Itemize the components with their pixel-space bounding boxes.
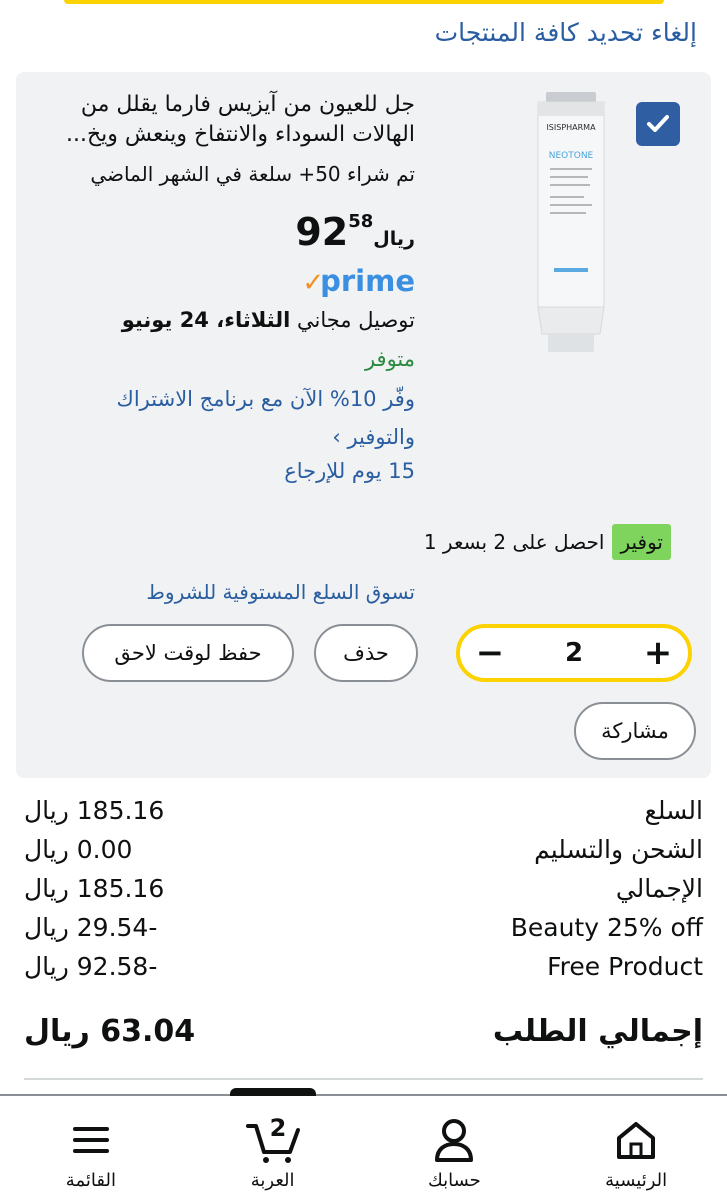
product-price: ريال 9258: [56, 210, 415, 254]
delivery-prefix: توصيل مجاني: [290, 308, 415, 332]
price-fraction: 58: [348, 211, 374, 232]
price-whole: 92: [295, 210, 349, 254]
deal-badge: توفير: [612, 524, 671, 560]
summary-row: Free Product -92.58 ريال: [24, 952, 703, 988]
summary-value: 0.00 ريال: [24, 835, 133, 864]
item-select-checkbox[interactable]: [636, 102, 680, 146]
summary-value: -29.54 ريال: [24, 913, 158, 942]
summary-label: الإجمالي: [615, 874, 703, 903]
summary-row: الإجمالي 185.16 ريال: [24, 874, 703, 910]
brand-text: ISISPHARMA: [546, 123, 596, 132]
cart-item-card: ISISPHARMA NEOTONE جل للعيون من آيزيس فا…: [16, 72, 711, 778]
order-total-label: إجمالي الطلب: [492, 1014, 703, 1049]
qualifying-items-link[interactable]: تسوق السلع المستوفية للشروط: [56, 580, 415, 604]
summary-row: Beauty 25% off -29.54 ريال: [24, 913, 703, 949]
quantity-stepper: − 2 +: [456, 624, 692, 682]
returns-link[interactable]: 15 يوم للإرجاع: [56, 459, 415, 483]
stock-status: متوفر: [364, 347, 415, 371]
nav-account[interactable]: حسابك: [364, 1096, 546, 1202]
nav-account-label: حسابك: [427, 1170, 481, 1191]
bottom-navigation: القائمة 2 العربة حسابك الرئيسية: [0, 1088, 727, 1202]
decrease-quantity-button[interactable]: −: [472, 633, 508, 673]
summary-label: الشحن والتسليم: [534, 835, 703, 864]
summary-value: -92.58 ريال: [24, 952, 158, 981]
summary-label: السلع: [644, 796, 703, 825]
order-total-row: إجمالي الطلب 63.04 ريال: [24, 1014, 703, 1050]
order-total-value: 63.04 ريال: [24, 1014, 196, 1049]
quantity-value: 2: [564, 638, 584, 668]
top-accent-bar: [64, 0, 664, 4]
deselect-all-link[interactable]: إلغاء تحديد كافة المنتجات: [435, 18, 697, 47]
save-for-later-button[interactable]: حفظ لوقت لاحق: [82, 624, 294, 682]
deal-text: احصل على 2 بسعر 1: [423, 530, 605, 554]
prime-label: prime: [320, 264, 415, 298]
share-button[interactable]: مشاركة: [574, 702, 696, 760]
summary-row: الشحن والتسليم 0.00 ريال: [24, 835, 703, 871]
active-tab-indicator: [229, 1088, 316, 1096]
product-image[interactable]: ISISPHARMA NEOTONE: [528, 84, 614, 358]
divider: [24, 1078, 703, 1080]
hamburger-menu-icon: [72, 1127, 109, 1153]
deal-row: توفير احصل على 2 بسعر 1: [56, 524, 671, 560]
nav-menu-label: القائمة: [65, 1170, 116, 1191]
nav-cart-label: العربة: [250, 1170, 295, 1191]
prime-badge: ✓prime: [56, 264, 415, 298]
bought-note: تم شراء 50+ سلعة في الشهر الماضي: [90, 162, 415, 186]
nav-home-label: الرئيسية: [605, 1170, 668, 1191]
nav-menu[interactable]: القائمة: [0, 1096, 182, 1202]
line-text: NEOTONE: [549, 151, 594, 161]
nav-cart[interactable]: 2 العربة: [182, 1088, 364, 1202]
home-icon: [617, 1122, 656, 1159]
summary-label: Free Product: [547, 952, 703, 981]
delivery-date: الثلاثاء، 24 يونيو: [121, 308, 291, 332]
person-icon: [435, 1119, 474, 1162]
price-currency: ريال: [373, 228, 415, 250]
subscribe-save-link[interactable]: وفّر 10% الآن مع برنامج الاشتراك والتوفي…: [56, 380, 415, 456]
summary-value: 185.16 ريال: [24, 874, 165, 903]
product-title[interactable]: جل للعيون من آيزيس فارما يقلل من الهالات…: [56, 90, 415, 150]
summary-label: Beauty 25% off: [510, 913, 703, 942]
nav-home[interactable]: الرئيسية: [545, 1096, 727, 1202]
summary-value: 185.16 ريال: [24, 796, 165, 825]
increase-quantity-button[interactable]: +: [640, 633, 676, 673]
cart-count-badge: 2: [269, 1114, 287, 1142]
delete-button[interactable]: حذف: [314, 624, 418, 682]
summary-row: السلع 185.16 ريال: [24, 796, 703, 832]
check-icon: [647, 115, 669, 132]
delivery-info: توصيل مجاني الثلاثاء، 24 يونيو: [56, 308, 415, 332]
